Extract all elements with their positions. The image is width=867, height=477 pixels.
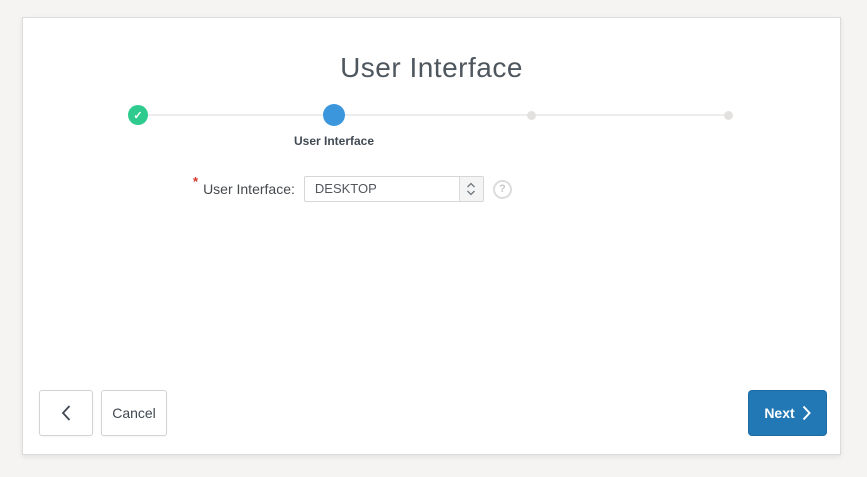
- chevron-left-icon: [60, 404, 72, 422]
- wizard-step-upcoming-2: [724, 111, 733, 120]
- wizard-current-step-label: User Interface: [294, 134, 374, 148]
- wizard-step-current: [323, 104, 345, 126]
- wizard-card: User Interface ✓ User Interface * User I…: [22, 17, 841, 455]
- next-button-label: Next: [764, 405, 794, 421]
- user-interface-select-value: DESKTOP: [305, 177, 459, 201]
- help-icon[interactable]: ?: [493, 180, 512, 199]
- check-icon: ✓: [133, 109, 142, 122]
- required-asterisk: *: [193, 174, 198, 189]
- cancel-button[interactable]: Cancel: [101, 390, 167, 436]
- page-background: { "header": { "title": "User Interface" …: [0, 0, 867, 477]
- user-interface-field-label: User Interface:: [203, 181, 295, 197]
- wizard-step-complete: ✓: [128, 105, 148, 125]
- select-arrows-icon[interactable]: [459, 177, 483, 201]
- wizard-progress-line: [138, 114, 728, 116]
- user-interface-field-row: * User Interface: DESKTOP ?: [193, 176, 512, 202]
- cancel-button-label: Cancel: [112, 405, 156, 421]
- user-interface-select[interactable]: DESKTOP: [304, 176, 484, 202]
- next-button[interactable]: Next: [748, 390, 827, 436]
- page-title: User Interface: [23, 52, 840, 84]
- chevron-right-icon: [802, 405, 811, 421]
- wizard-step-upcoming-1: [527, 111, 536, 120]
- back-button[interactable]: [39, 390, 93, 436]
